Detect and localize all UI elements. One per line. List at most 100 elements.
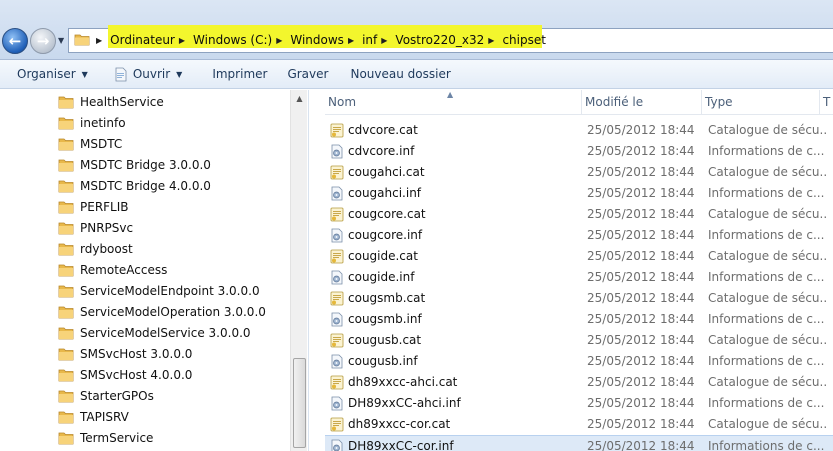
nav-tree-item[interactable]: TermService [58,427,153,448]
catalog-file-icon [330,291,344,306]
folder-icon [58,264,74,276]
nav-tree-item-label: ServiceModelService 3.0.0.0 [80,325,251,340]
breadcrumb-item[interactable]: Windows (C:) [193,33,272,47]
forward-button[interactable]: → [30,28,56,54]
file-modified-date: 25/05/2012 18:44 [587,270,695,284]
file-row[interactable]: cdvcore.cat 25/05/2012 18:44 Catalogue de … [325,120,833,141]
nav-tree-item-label: PERFLIB [80,199,129,214]
setup-info-file-icon [331,228,343,243]
file-row[interactable]: cougahci.inf 25/05/2012 18:44 Informations… [325,183,833,204]
open-button[interactable]: Ouvrir ▼ [98,60,193,88]
print-label: Imprimer [212,67,268,81]
breadcrumb-chevron-right-icon[interactable]: ▶ [488,36,494,45]
column-header-type[interactable]: Type [702,90,820,115]
nav-tree-item-label: MSDTC Bridge 3.0.0.0 [80,157,211,172]
file-type: Informations de c... [708,396,825,410]
nav-tree-item-label: StarterGPOs [80,388,154,403]
column-header-modified[interactable]: Modifié le [582,90,702,115]
new-folder-button[interactable]: Nouveau dossier [338,60,460,88]
nav-tree-item[interactable]: HealthService [58,91,164,112]
column-header-extra[interactable]: T [820,90,833,115]
file-name: cougcore.inf [348,228,423,242]
breadcrumb-chevron-right-icon[interactable]: ▶ [276,36,282,45]
column-extra-label: T [823,95,831,109]
nav-tree-item[interactable]: MSDTC Bridge 4.0.0.0 [58,175,211,196]
nav-tree-item[interactable]: inetinfo [58,112,126,133]
folder-icon [58,306,74,318]
nav-tree-item[interactable]: RemoteAccess [58,259,167,280]
file-name: DH89xxCC-cor.inf [348,439,454,451]
setup-info-file-icon [331,312,343,327]
setup-info-file-icon [331,396,343,411]
column-modified-label: Modifié le [585,95,644,109]
breadcrumb-chevron-right-icon[interactable]: ▶ [348,36,354,45]
file-row[interactable]: DH89xxCC-cor.inf 25/05/2012 18:44 Informat… [325,435,833,451]
file-type: Catalogue de sécu... [708,333,826,347]
breadcrumb-item[interactable]: Ordinateur [110,33,175,47]
file-row[interactable]: cougsmb.cat 25/05/2012 18:44 Catalogue de … [325,288,833,309]
pane-divider[interactable] [308,90,325,451]
burn-button[interactable]: Graver [277,60,338,88]
breadcrumb-item[interactable]: Windows [290,33,344,47]
nav-tree-item[interactable]: PNRPSvc [58,217,133,238]
nav-tree-item-label: SMSvcHost 4.0.0.0 [80,367,193,382]
file-type: Catalogue de sécu... [708,417,826,431]
back-button[interactable]: ← [2,28,28,54]
file-name: DH89xxCC-ahci.inf [348,396,461,410]
navigation-scrollbar[interactable]: ▲ [290,90,307,451]
scroll-up-icon[interactable]: ▲ [291,90,308,107]
file-row[interactable]: cougusb.inf 25/05/2012 18:44 Informations … [325,351,833,372]
file-row[interactable]: DH89xxCC-ahci.inf 25/05/2012 18:44 Informa… [325,393,833,414]
file-row[interactable]: cougide.inf 25/05/2012 18:44 Informations … [325,267,833,288]
file-row[interactable]: cougcore.cat 25/05/2012 18:44 Catalogue de… [325,204,833,225]
catalog-file-icon [330,249,344,264]
file-modified-date: 25/05/2012 18:44 [587,396,695,410]
file-modified-date: 25/05/2012 18:44 [587,417,695,431]
folder-icon [58,201,74,213]
file-row[interactable]: cougcore.inf 25/05/2012 18:44 Informations… [325,225,833,246]
file-name: cdvcore.cat [348,123,418,137]
file-row[interactable]: cougahci.cat 25/05/2012 18:44 Catalogue de… [325,162,833,183]
breadcrumb-chevron-right-icon[interactable]: ▶ [96,36,102,45]
file-row[interactable]: cougsmb.inf 25/05/2012 18:44 Informations … [325,309,833,330]
nav-tree-item[interactable]: SMSvcHost 3.0.0.0 [58,343,192,364]
file-modified-date: 25/05/2012 18:44 [587,228,695,242]
file-list-pane: Nom ▲ Modifié le Type T cdvcore.cat 25/05… [325,90,833,451]
nav-tree-item[interactable]: SMSvcHost 4.0.0.0 [58,364,192,385]
nav-tree-item[interactable]: MSDTC [58,133,122,154]
breadcrumb-chevron-right-icon[interactable]: ▶ [179,36,185,45]
folder-icon [58,117,74,129]
nav-tree-item[interactable]: rdyboost [58,238,133,259]
file-modified-date: 25/05/2012 18:44 [587,123,695,137]
breadcrumb-chevron-right-icon[interactable]: ▶ [381,36,387,45]
breadcrumb-item[interactable]: Vostro220_x32 [395,33,484,47]
file-row[interactable]: cdvcore.inf 25/05/2012 18:44 Informations … [325,141,833,162]
folder-icon [58,96,74,108]
organize-button[interactable]: Organiser ▼ [0,60,98,88]
nav-tree-item-label: HealthService [80,94,164,109]
open-label: Ouvrir [132,67,171,81]
catalog-file-icon [330,375,344,390]
file-type: Catalogue de sécu... [708,291,826,305]
file-row[interactable]: dh89xxcc-ahci.cat 25/05/2012 18:44 Catalog… [325,372,833,393]
file-type: Informations de c... [708,439,825,451]
column-header-name[interactable]: Nom [325,90,582,115]
nav-tree-item[interactable]: MSDTC Bridge 3.0.0.0 [58,154,211,175]
file-row[interactable]: cougusb.cat 25/05/2012 18:44 Catalogue de … [325,330,833,351]
breadcrumb-item[interactable]: inf [362,33,377,47]
nav-tree-item[interactable]: ServiceModelEndpoint 3.0.0.0 [58,280,260,301]
file-name: cougide.cat [348,249,418,263]
nav-tree-item[interactable]: PERFLIB [58,196,129,217]
file-name: cougahci.inf [348,186,422,200]
file-row[interactable]: dh89xxcc-cor.cat 25/05/2012 18:44 Catalogu… [325,414,833,435]
recent-pages-chevron-down-icon[interactable]: ▼ [58,36,64,45]
nav-tree-item[interactable]: StarterGPOs [58,385,154,406]
scrollbar-thumb[interactable] [293,358,306,448]
nav-tree-item[interactable]: ServiceModelOperation 3.0.0.0 [58,301,266,322]
breadcrumb-item[interactable]: chipset [502,33,546,47]
organize-label: Organiser [17,67,76,81]
file-row[interactable]: cougide.cat 25/05/2012 18:44 Catalogue de … [325,246,833,267]
nav-tree-item[interactable]: TAPISRV [58,406,129,427]
nav-tree-item[interactable]: ServiceModelService 3.0.0.0 [58,322,251,343]
print-button[interactable]: Imprimer [192,60,277,88]
